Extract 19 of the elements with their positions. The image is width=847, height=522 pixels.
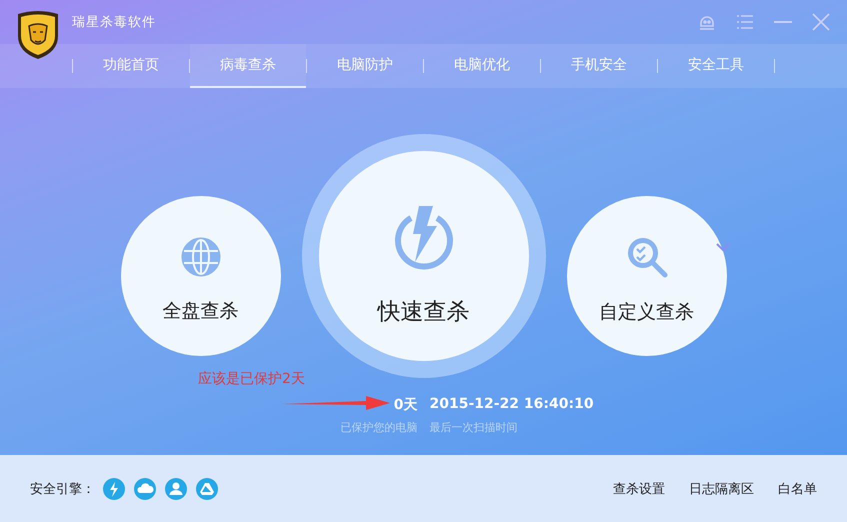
stat-caption: 已保护您的电脑 (340, 420, 418, 435)
window-title: 瑞星杀毒软件 (72, 14, 156, 31)
stat-value: 2015-12-22 16:40:10 (430, 396, 594, 414)
engine-label: 安全引擎： (30, 480, 95, 498)
footer-link[interactable]: 白名单 (778, 480, 817, 498)
footer-link[interactable]: 查杀设置 (613, 480, 665, 498)
scan-button[interactable]: 自定义查杀 (566, 196, 726, 356)
quick-scan-button[interactable]: 快速查杀 (318, 151, 528, 361)
stat-value: 0天 (394, 396, 418, 414)
annotation-note: 应该是已保护2天 (198, 370, 305, 388)
footer-link[interactable]: 日志隔离区 (689, 480, 754, 498)
scan-button[interactable]: 全盘查杀 (120, 196, 280, 356)
globe-icon (180, 236, 222, 278)
chevron-down-icon[interactable] (714, 242, 730, 252)
user-engine-icon[interactable] (165, 478, 187, 500)
cloud-engine-icon[interactable] (134, 478, 156, 500)
lightning-engine-icon[interactable] (103, 478, 125, 500)
stat-caption: 最后一次扫描时间 (430, 420, 518, 435)
drive-engine-icon[interactable] (196, 478, 218, 500)
